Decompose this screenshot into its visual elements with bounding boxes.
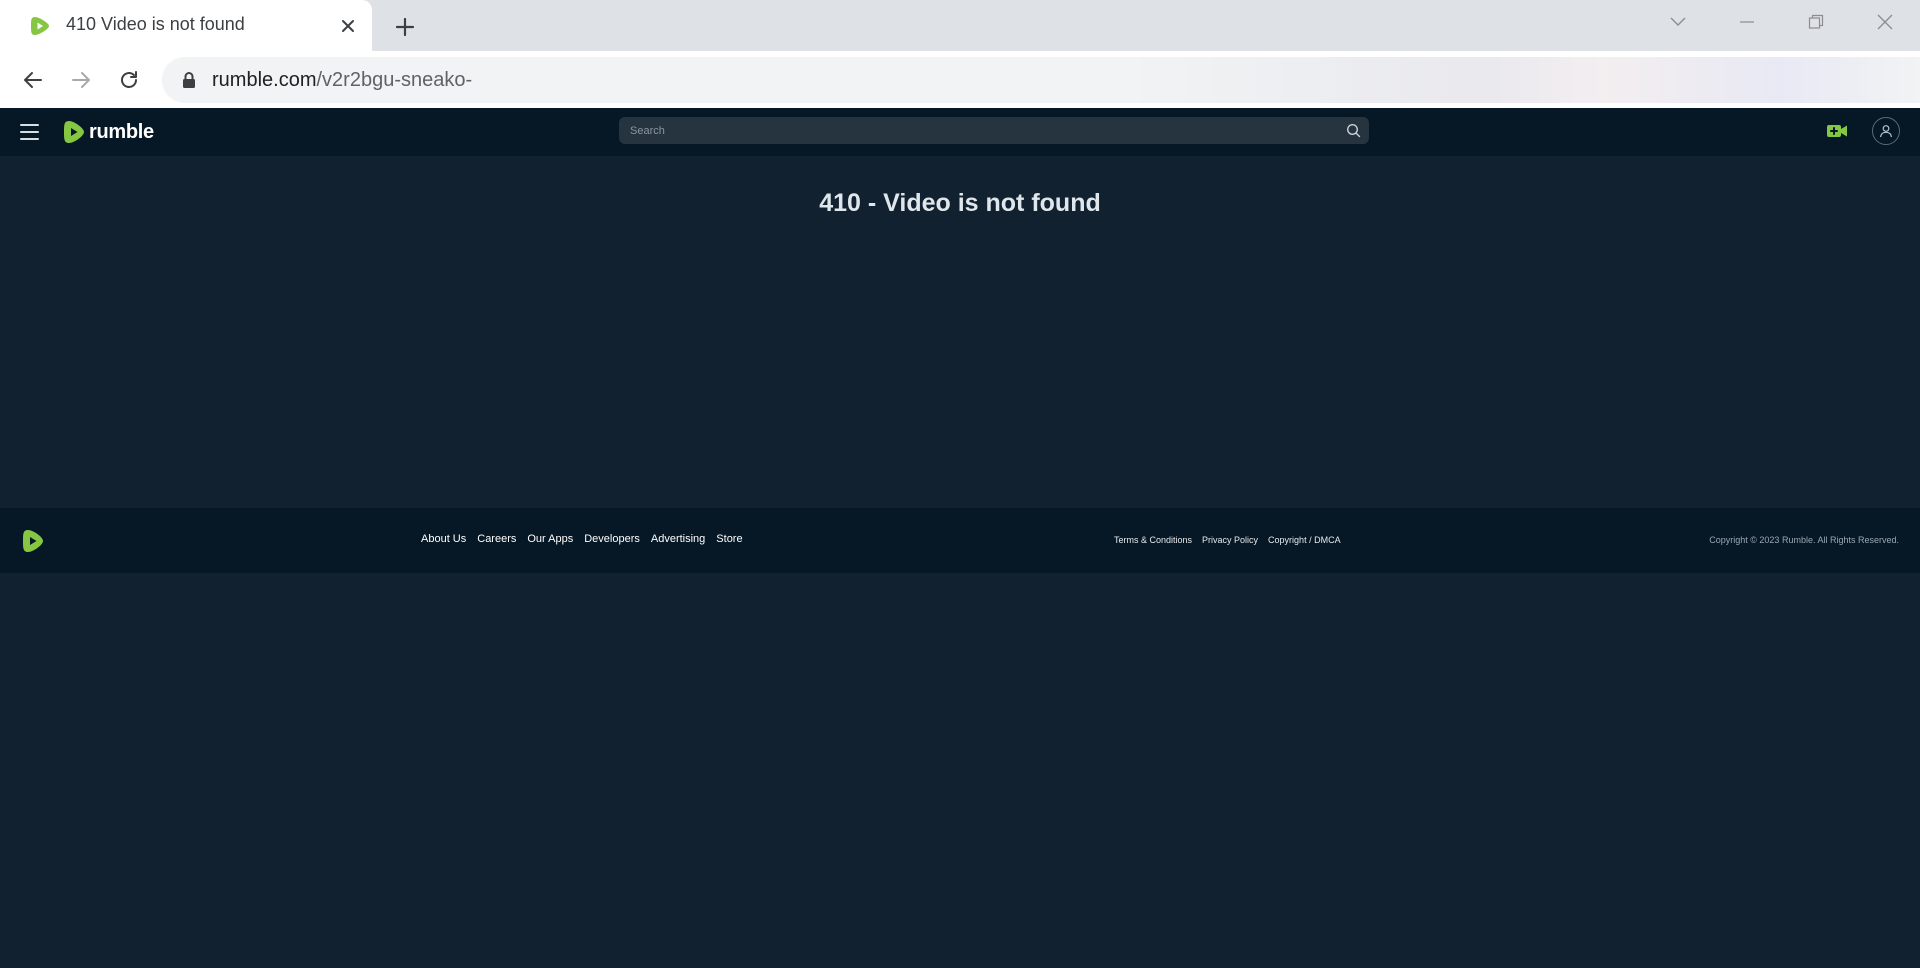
- site-footer: About Us Careers Our Apps Developers Adv…: [0, 508, 1920, 573]
- minimize-button[interactable]: [1729, 8, 1765, 36]
- video-plus-icon[interactable]: [1826, 120, 1848, 142]
- address-bar[interactable]: rumble.com/v2r2bgu-sneako-: [162, 57, 1920, 103]
- arrow-left-icon: [24, 72, 42, 88]
- rumble-play-icon: [64, 121, 84, 143]
- tab-search-button[interactable]: [1660, 8, 1696, 36]
- menu-button[interactable]: [20, 120, 40, 144]
- close-icon: [1877, 14, 1893, 30]
- lock-icon[interactable]: [180, 71, 198, 89]
- close-window-button[interactable]: [1867, 8, 1903, 36]
- address-field[interactable]: rumble.com/v2r2bgu-sneako-: [162, 57, 492, 103]
- user-icon: [1879, 125, 1893, 138]
- arrow-right-icon: [72, 72, 90, 88]
- rumble-favicon-icon: [31, 17, 49, 35]
- site-header: rumble: [0, 108, 1920, 156]
- url-text: rumble.com/v2r2bgu-sneako-: [212, 69, 492, 92]
- footer-link-store[interactable]: Store: [716, 533, 742, 545]
- search-input[interactable]: [619, 117, 1319, 144]
- footer-link-terms[interactable]: Terms & Conditions: [1114, 535, 1192, 545]
- restore-button[interactable]: [1798, 8, 1834, 36]
- footer-link-developers[interactable]: Developers: [584, 533, 640, 545]
- logo-text: rumble: [89, 120, 154, 143]
- search-bar[interactable]: [619, 117, 1369, 144]
- browser-tab[interactable]: 410 Video is not found: [0, 0, 372, 51]
- footer-link-advertising[interactable]: Advertising: [651, 533, 705, 545]
- new-tab-button[interactable]: [390, 12, 420, 42]
- hamburger-icon-bar: [20, 124, 39, 126]
- url-path: /v2r2bgu-sneako-: [316, 69, 473, 91]
- url-host: rumble.com: [212, 69, 317, 91]
- restore-icon: [1808, 14, 1824, 29]
- rumble-play-icon[interactable]: [21, 529, 45, 553]
- footer-link-about-us[interactable]: About Us: [421, 533, 466, 545]
- footer-nav: About Us Careers Our Apps Developers Adv…: [421, 533, 743, 545]
- search-icon[interactable]: [1346, 123, 1361, 138]
- hamburger-icon-bar: [20, 138, 39, 140]
- footer-link-privacy[interactable]: Privacy Policy: [1202, 535, 1258, 545]
- reload-button[interactable]: [113, 64, 145, 96]
- plus-icon: [395, 17, 415, 37]
- back-button[interactable]: [17, 64, 49, 96]
- minimize-icon: [1740, 21, 1754, 23]
- rumble-logo[interactable]: rumble: [63, 117, 154, 147]
- browser-toolbar: rumble.com/v2r2bgu-sneako-: [0, 51, 1920, 108]
- copyright-text: Copyright © 2023 Rumble. All Rights Rese…: [1709, 535, 1899, 545]
- hamburger-icon-bar: [20, 131, 39, 133]
- main-content: 410 - Video is not found: [0, 156, 1920, 508]
- page-title: 410 - Video is not found: [819, 189, 1101, 217]
- footer-link-our-apps[interactable]: Our Apps: [527, 533, 573, 545]
- footer-link-careers[interactable]: Careers: [477, 533, 516, 545]
- footer-legal-nav: Terms & Conditions Privacy Policy Copyri…: [1114, 535, 1341, 545]
- chevron-down-icon: [1670, 17, 1686, 26]
- tab-close-button[interactable]: [336, 14, 360, 38]
- page-background: [0, 573, 1920, 968]
- forward-button[interactable]: [65, 64, 97, 96]
- footer-link-copyright-dmca[interactable]: Copyright / DMCA: [1268, 535, 1341, 545]
- tab-title: 410 Video is not found: [66, 14, 245, 34]
- close-icon: [342, 20, 354, 32]
- browser-tab-bar: 410 Video is not found: [0, 0, 1920, 51]
- reload-icon: [121, 71, 137, 88]
- account-button[interactable]: [1872, 117, 1900, 145]
